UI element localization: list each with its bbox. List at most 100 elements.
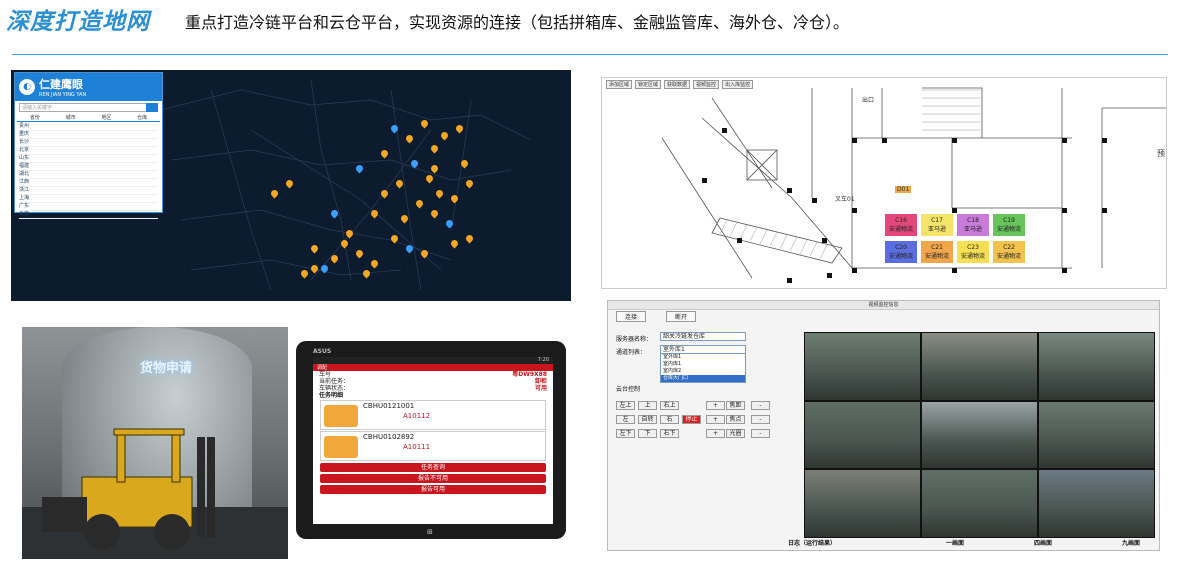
camera-feed[interactable] — [805, 401, 920, 469]
channel-option[interactable]: 室内库1 — [661, 361, 745, 368]
column-marker — [952, 268, 957, 273]
ptz-button[interactable]: 左 — [616, 415, 635, 424]
ptz-button[interactable]: + — [706, 401, 725, 410]
nine-view-button[interactable]: 九画面 — [1122, 538, 1140, 547]
tab-region[interactable]: 地区 — [101, 114, 111, 121]
storage-cell[interactable]: C17 亚马逊 — [920, 213, 954, 237]
ptz-button[interactable]: + — [706, 415, 725, 424]
ptz-button[interactable]: 上 — [638, 401, 657, 410]
column-marker — [852, 138, 857, 143]
storage-cell[interactable]: C20 安通物流 — [884, 240, 918, 264]
channel-option[interactable]: 仓库大门口 — [661, 375, 745, 382]
camera-feed[interactable] — [1039, 470, 1154, 537]
column-marker — [787, 278, 792, 283]
plan-toolbar-button[interactable]: 添加区域 — [606, 80, 633, 89]
search-placeholder: 请输入关键字 — [22, 105, 53, 111]
info-row: 车号 粤DW9X88 — [313, 371, 553, 378]
info-label: 当前任务： — [319, 378, 350, 385]
storage-cell[interactable]: C19 安通物流 — [992, 213, 1026, 237]
storage-cell-name: 亚马逊 — [963, 226, 982, 233]
plan-toolbar-button[interactable]: 视频监控 — [693, 80, 720, 89]
ptz-button[interactable]: 焦距 — [726, 401, 745, 410]
column-marker — [737, 238, 742, 243]
location-list-item[interactable]: 重庆 — [19, 131, 158, 139]
ptz-button[interactable]: - — [751, 429, 770, 438]
video-monitor-screenshot: 视频监控信息 连接 断开 服务器名称： 韶关冷链发仓库 通道列表： 室外库1 室… — [607, 300, 1160, 551]
channel-option[interactable]: 室内库2 — [661, 368, 745, 375]
storage-cell[interactable]: C21 安通物流 — [920, 240, 954, 264]
ptz-button[interactable]: + — [706, 429, 725, 438]
column-marker — [1062, 268, 1067, 273]
camera-feed[interactable] — [805, 333, 920, 400]
storage-cell[interactable]: C18 亚马逊 — [956, 213, 990, 237]
tablet-action-button[interactable]: 报告可用 — [320, 485, 546, 494]
ptz-button[interactable]: - — [751, 401, 770, 410]
ptz-button[interactable]: 焦点 — [726, 415, 745, 424]
tab-province[interactable]: 省份 — [30, 114, 40, 121]
ptz-button[interactable]: - — [751, 415, 770, 424]
tab-warehouse[interactable]: 仓库 — [137, 114, 147, 121]
camera-feed[interactable] — [922, 401, 1037, 469]
ptz-button[interactable]: 停止 — [682, 415, 701, 424]
ptz-button[interactable]: 自转 — [638, 415, 657, 424]
server-label: 服务器名称： — [616, 336, 653, 343]
camera-feed[interactable] — [922, 470, 1037, 537]
channel-option[interactable]: 室外库1 — [661, 354, 745, 361]
info-row: 当前任务： 卸柜 — [313, 378, 553, 385]
ptz-button[interactable]: 左下 — [616, 429, 635, 438]
four-view-button[interactable]: 四画面 — [1034, 538, 1052, 547]
camera-feed[interactable] — [922, 333, 1037, 400]
location-list-item[interactable]: 北京 — [19, 147, 158, 155]
location-list-item[interactable]: 湖北 — [19, 171, 158, 179]
plan-toolbar-button[interactable]: 出入库监控 — [722, 80, 754, 89]
exit-label: 出口 — [862, 97, 875, 104]
ptz-button[interactable]: 右下 — [660, 429, 679, 438]
task-code: CBHU0102892 — [363, 433, 415, 441]
location-list-item[interactable]: 福建 — [19, 163, 158, 171]
windows-home-icon[interactable]: ⊞ — [427, 528, 433, 536]
cell-d01[interactable]: D01 — [895, 186, 912, 193]
location-list-item[interactable]: 浙江 — [19, 187, 158, 195]
location-list-item[interactable]: 云南 — [19, 211, 158, 219]
storage-cell-name: 安通物流 — [888, 253, 913, 260]
task-section-label: 任务明细 — [319, 392, 344, 399]
task-card[interactable]: CBHU0102892 A10111 — [320, 431, 546, 461]
ptz-button[interactable]: 右 — [660, 415, 679, 424]
connect-button[interactable]: 连接 — [616, 310, 647, 322]
camera-feed[interactable] — [805, 470, 920, 537]
location-list-item[interactable]: 山东 — [19, 155, 158, 163]
location-list-item[interactable]: 广东 — [19, 203, 158, 211]
storage-cell[interactable]: C16 安通物流 — [884, 213, 918, 237]
app-header: ◐ 仁建鹰眼 REN JIAN YING YAN — [15, 73, 162, 101]
ptz-button[interactable]: 右上 — [660, 401, 679, 410]
location-list-item[interactable]: 上海 — [19, 195, 158, 203]
storage-cell-id: C18 — [967, 217, 979, 224]
camera-feed[interactable] — [1039, 333, 1154, 400]
camera-feed[interactable] — [1039, 401, 1154, 469]
task-card[interactable]: CBHU0121001 A10112 — [320, 400, 546, 430]
disconnect-button[interactable]: 断开 — [666, 310, 697, 322]
plan-toolbar-button[interactable]: 锁定区域 — [635, 80, 662, 89]
storage-cell[interactable]: C23 安通物流 — [956, 240, 990, 264]
tab-city[interactable]: 城市 — [66, 114, 76, 121]
location-list-item[interactable]: 江西 — [19, 179, 158, 187]
ptz-button[interactable]: 左上 — [616, 401, 635, 410]
plan-toolbar-button[interactable]: 获取数据 — [664, 80, 691, 89]
column-marker — [952, 138, 957, 143]
tablet-action-button[interactable]: 任务查询 — [320, 463, 546, 472]
app-name-en: REN JIAN YING YAN — [39, 92, 87, 98]
ptz-button[interactable]: 下 — [638, 429, 657, 438]
tablet-screen: 7:20 调配 车号 粤DW9X88 当前任务： 卸柜 车辆状态： 可用 任务明细 CBH… — [313, 357, 553, 524]
column-marker — [852, 208, 857, 213]
task-section-title: 任务明细 — [313, 392, 553, 399]
storage-cell[interactable]: C22 安通物流 — [992, 240, 1026, 264]
tablet-action-button[interactable]: 报告不可用 — [320, 474, 546, 483]
location-list-item[interactable]: 长沙 — [19, 139, 158, 147]
ptz-button[interactable]: 光圈 — [726, 429, 745, 438]
column-marker — [722, 128, 727, 133]
map-search-input[interactable]: 请输入关键字 — [19, 103, 158, 112]
one-view-button[interactable]: 一画面 — [946, 538, 964, 547]
search-button[interactable] — [146, 103, 158, 112]
location-list-item[interactable]: 贵州 — [19, 123, 158, 131]
server-select[interactable]: 韶关冷链发仓库 — [660, 332, 746, 341]
